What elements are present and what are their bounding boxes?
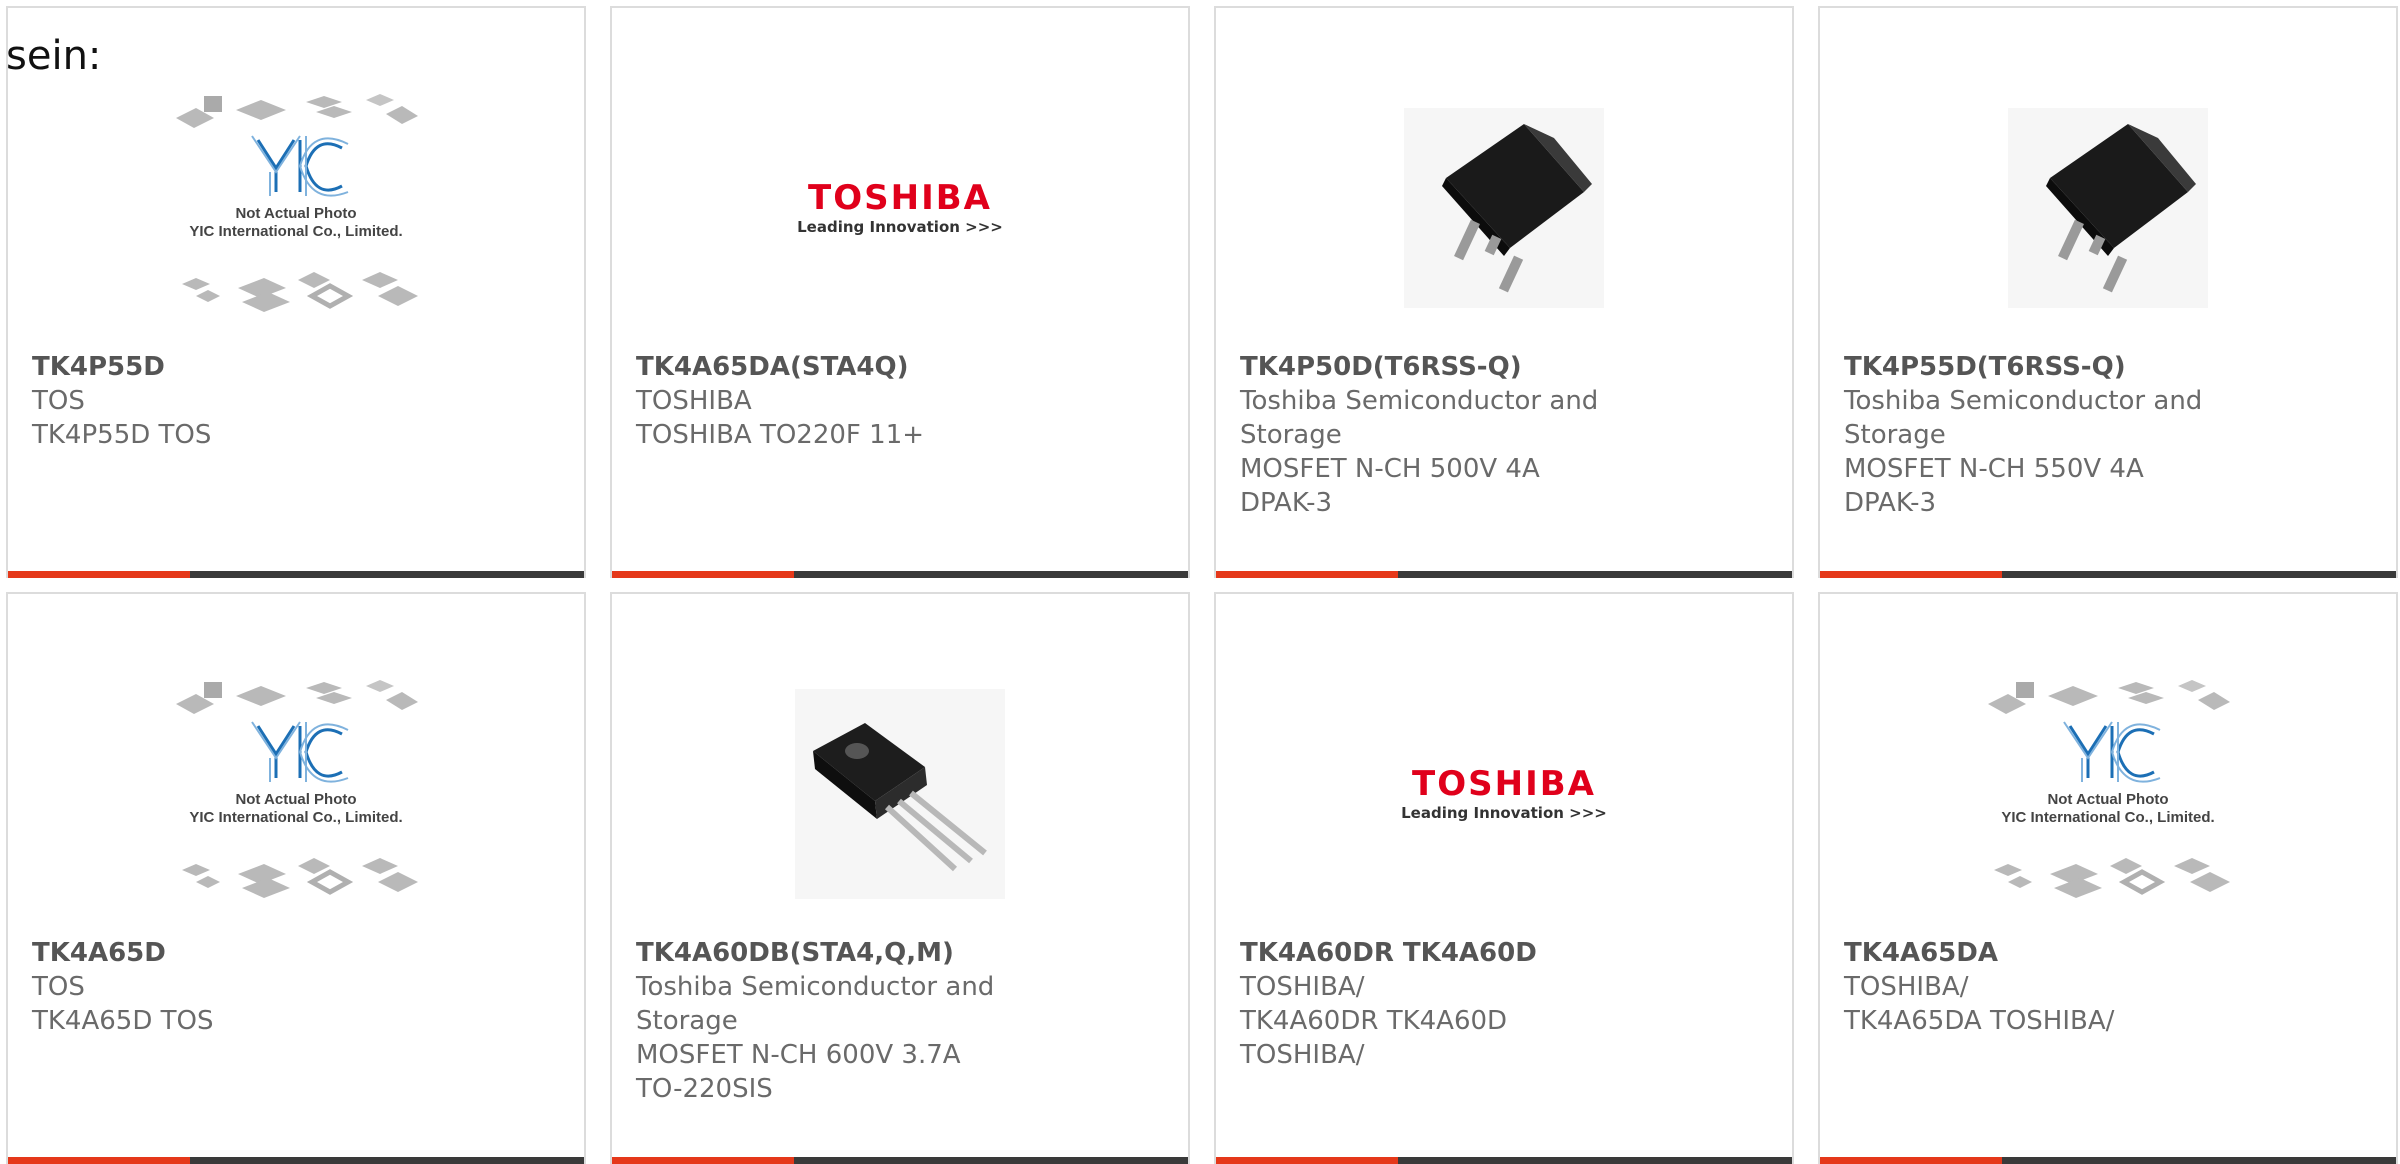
to220-chip-image — [795, 689, 1005, 899]
card-bottom-bar — [1216, 571, 1792, 578]
product-card[interactable]: TOSHIBA Leading Innovation >>> TK4A65DA(… — [610, 6, 1190, 578]
product-image[interactable]: Not Actual Photo YIC International Co., … — [156, 654, 436, 934]
product-grid: Not Actual Photo YIC International Co., … — [6, 6, 2398, 1164]
toshiba-logo: TOSHIBA Leading Innovation >>> — [797, 179, 1003, 237]
description-text: TK4P55D TOS — [32, 420, 212, 450]
product-info: TK4A65DA TOSHIBA/ TK4A65DA TOSHIBA/ — [1844, 936, 2216, 1038]
card-accent-bar — [8, 1157, 190, 1164]
description-text: MOSFET N-CH 500V 4A DPAK-3 — [1240, 454, 1540, 518]
description-text: TK4A65D TOS — [32, 1006, 214, 1036]
card-accent-bar — [612, 1157, 794, 1164]
manufacturer-text: TOS — [32, 972, 85, 1002]
part-number-link[interactable]: TK4A65DA — [1844, 936, 2216, 970]
description-text: TOSHIBA TO220F 11+ — [636, 420, 925, 450]
part-number-link[interactable]: TK4A65DA(STA4Q) — [636, 350, 1008, 384]
product-image[interactable]: TOSHIBA Leading Innovation >>> — [760, 68, 1040, 348]
yic-line2: YIC International Co., Limited. — [189, 809, 402, 826]
yic-line1: Not Actual Photo — [235, 791, 356, 808]
toshiba-tagline: Leading Innovation >>> — [797, 218, 1003, 236]
card-bottom-bar — [612, 571, 1188, 578]
manufacturer-text: TOSHIBA/ — [1844, 972, 1969, 1002]
manufacturer-text: TOSHIBA/ — [1240, 972, 1365, 1002]
manufacturer-text: Toshiba Semiconductor and Storage — [1240, 386, 1599, 450]
card-bottom-bar — [8, 571, 584, 578]
description-text: MOSFET N-CH 550V 4A DPAK-3 — [1844, 454, 2144, 518]
product-image[interactable] — [760, 654, 1040, 934]
card-accent-bar — [8, 571, 190, 578]
yic-placeholder-image: Not Actual Photo YIC International Co., … — [176, 680, 418, 898]
card-bottom-bar — [1216, 1157, 1792, 1164]
yic-placeholder-image: Not Actual Photo YIC International Co., … — [176, 94, 418, 312]
part-number-link[interactable]: TK4P55D(T6RSS-Q) — [1844, 350, 2216, 384]
card-accent-bar — [612, 571, 794, 578]
product-info: TK4A65D TOS TK4A65D TOS — [32, 936, 404, 1038]
product-image[interactable] — [1968, 68, 2248, 348]
product-image[interactable]: TOSHIBA Leading Innovation >>> — [1364, 654, 1644, 934]
toshiba-tagline: Leading Innovation >>> — [1401, 804, 1607, 822]
part-number-link[interactable]: TK4P55D — [32, 350, 404, 384]
toshiba-logo: TOSHIBA Leading Innovation >>> — [1401, 765, 1607, 823]
card-accent-bar — [1820, 571, 2002, 578]
card-accent-bar — [1216, 571, 1398, 578]
product-image[interactable]: Not Actual Photo YIC International Co., … — [156, 68, 436, 348]
product-card[interactable]: TK4A60DB(STA4,Q,M) Toshiba Semiconductor… — [610, 592, 1190, 1164]
yic-line2: YIC International Co., Limited. — [189, 223, 402, 240]
product-info: TK4A60DR TK4A60D TOSHIBA/ TK4A60DR TK4A6… — [1240, 936, 1612, 1072]
card-bottom-bar — [1820, 571, 2396, 578]
product-card[interactable]: TK4P55D(T6RSS-Q) Toshiba Semiconductor a… — [1818, 6, 2398, 578]
card-accent-bar — [1216, 1157, 1398, 1164]
dpak-chip-image — [2008, 108, 2208, 308]
product-info: TK4A60DB(STA4,Q,M) Toshiba Semiconductor… — [636, 936, 1008, 1106]
part-number-link[interactable]: TK4A60DR TK4A60D — [1240, 936, 1612, 970]
product-card[interactable]: Not Actual Photo YIC International Co., … — [6, 592, 586, 1164]
part-number-link[interactable]: TK4A65D — [32, 936, 404, 970]
toshiba-brand-text: TOSHIBA — [808, 178, 992, 218]
yic-line1: Not Actual Photo — [2047, 791, 2168, 808]
product-info: TK4P50D(T6RSS-Q) Toshiba Semiconductor a… — [1240, 350, 1612, 520]
yic-line1: Not Actual Photo — [235, 205, 356, 222]
description-text: TK4A60DR TK4A60D TOSHIBA/ — [1240, 1006, 1508, 1070]
dpak-chip-image — [1404, 108, 1604, 308]
yic-line2: YIC International Co., Limited. — [2001, 809, 2214, 826]
description-text: MOSFET N-CH 600V 3.7A TO-220SIS — [636, 1040, 961, 1104]
card-bottom-bar — [8, 1157, 584, 1164]
yic-placeholder-image: Not Actual Photo YIC International Co., … — [1988, 680, 2230, 898]
product-image[interactable]: Not Actual Photo YIC International Co., … — [1968, 654, 2248, 934]
toshiba-brand-text: TOSHIBA — [1412, 764, 1596, 804]
product-info: TK4P55D(T6RSS-Q) Toshiba Semiconductor a… — [1844, 350, 2216, 520]
manufacturer-text: TOS — [32, 386, 85, 416]
product-image[interactable] — [1364, 68, 1644, 348]
product-card[interactable]: Not Actual Photo YIC International Co., … — [1818, 592, 2398, 1164]
part-number-link[interactable]: TK4A60DB(STA4,Q,M) — [636, 936, 1008, 970]
intro-text: sein: — [6, 33, 102, 79]
part-number-link[interactable]: TK4P50D(T6RSS-Q) — [1240, 350, 1612, 384]
product-info: TK4P55D TOS TK4P55D TOS — [32, 350, 404, 452]
product-card[interactable]: TK4P50D(T6RSS-Q) Toshiba Semiconductor a… — [1214, 6, 1794, 578]
product-card[interactable]: Not Actual Photo YIC International Co., … — [6, 6, 586, 578]
product-card[interactable]: TOSHIBA Leading Innovation >>> TK4A60DR … — [1214, 592, 1794, 1164]
description-text: TK4A65DA TOSHIBA/ — [1844, 1006, 2115, 1036]
card-bottom-bar — [1820, 1157, 2396, 1164]
card-bottom-bar — [612, 1157, 1188, 1164]
manufacturer-text: Toshiba Semiconductor and Storage — [636, 972, 995, 1036]
card-accent-bar — [1820, 1157, 2002, 1164]
product-info: TK4A65DA(STA4Q) TOSHIBA TOSHIBA TO220F 1… — [636, 350, 1008, 452]
manufacturer-text: TOSHIBA — [636, 386, 752, 416]
manufacturer-text: Toshiba Semiconductor and Storage — [1844, 386, 2203, 450]
